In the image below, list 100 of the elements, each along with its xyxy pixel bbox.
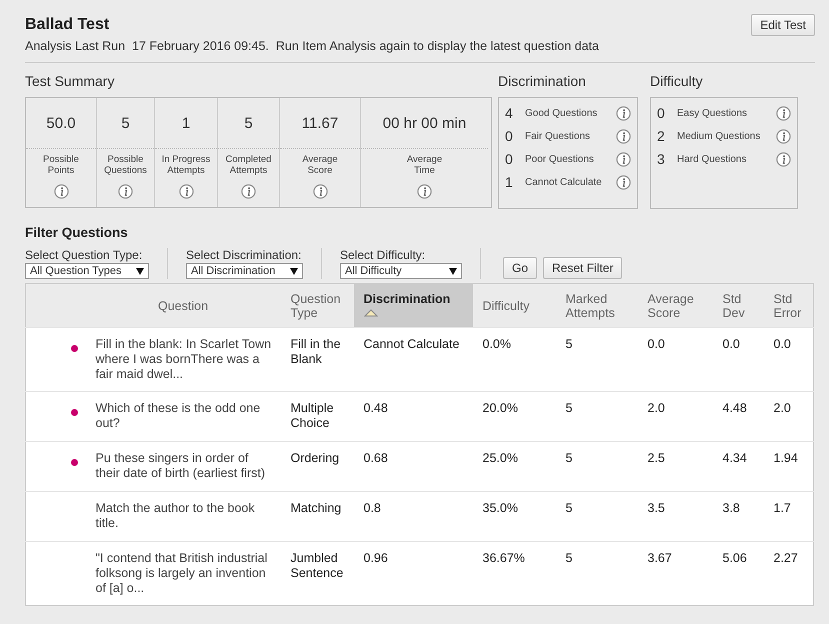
table-cell: Matching bbox=[280, 492, 354, 542]
analysis-info: Analysis Last Run 17 February 2016 09:45. Run Item Analysis again to display the latest question data bbox=[25, 39, 599, 53]
question-count: 0 bbox=[657, 105, 666, 121]
category-label: Easy Questions bbox=[677, 108, 748, 118]
table-cell: 5 bbox=[556, 328, 638, 392]
info-icon[interactable] bbox=[118, 184, 133, 199]
table-cell: 5 bbox=[556, 492, 638, 542]
question-count: 0 bbox=[505, 128, 514, 144]
table-cell: Multiple Choice bbox=[280, 392, 354, 442]
section-title: Filter Questions bbox=[25, 225, 129, 240]
category-label: Hard Questions bbox=[677, 154, 748, 164]
filter-label: Select Discrimination: bbox=[186, 248, 302, 262]
table-cell: 5 bbox=[556, 392, 638, 442]
table-cell: Which of these is the odd one out? bbox=[86, 392, 280, 442]
column-header[interactable]: Question bbox=[86, 284, 280, 328]
table-cell: 0.68 bbox=[354, 442, 472, 492]
column-header[interactable]: Std Dev bbox=[712, 284, 764, 328]
table-cell: 1.7 bbox=[764, 492, 814, 542]
table-cell: 2.5 bbox=[638, 442, 712, 492]
go-button[interactable]: Go bbox=[503, 257, 538, 279]
caret-icon bbox=[449, 268, 457, 274]
table-cell: 0.0% bbox=[472, 328, 556, 392]
column-header[interactable]: Marked Attempts bbox=[556, 284, 638, 328]
category-label: Cannot Calculate bbox=[525, 176, 603, 188]
column-header[interactable]: Discrimination bbox=[354, 284, 472, 328]
table-cell: Fill in the blank: In Scarlet Town where I was bornThere was a fair maid dwel... bbox=[86, 328, 280, 392]
filter-label: Select Difficulty: bbox=[340, 248, 426, 262]
info-icon[interactable] bbox=[776, 106, 791, 120]
table-cell: 36.67% bbox=[472, 542, 556, 606]
filter-dropdown[interactable]: All Difficulty bbox=[340, 263, 462, 279]
table-cell: 0.0 bbox=[638, 328, 712, 392]
filter-dropdown[interactable]: All Question Types bbox=[25, 263, 149, 279]
info-icon[interactable] bbox=[616, 152, 631, 166]
summary-label: In Progress Attempts bbox=[160, 153, 212, 178]
category-label: Poor Questions bbox=[525, 154, 595, 164]
table-cell: 25.0% bbox=[472, 442, 556, 492]
filter-dropdown[interactable]: All Discrimination bbox=[186, 263, 303, 279]
edit-test-button[interactable]: Edit Test bbox=[751, 14, 815, 36]
summary-value: 1 bbox=[155, 98, 217, 149]
question-count: 4 bbox=[505, 105, 514, 121]
info-icon[interactable] bbox=[417, 184, 432, 199]
table-cell: 0.48 bbox=[354, 392, 472, 442]
category-label: Good Questions bbox=[525, 108, 598, 118]
table-cell: 5.06 bbox=[712, 542, 764, 606]
info-icon[interactable] bbox=[54, 184, 68, 199]
summary-label: Possible Points bbox=[42, 153, 80, 178]
table-cell: 2.0 bbox=[638, 392, 712, 442]
caret-icon bbox=[290, 268, 298, 274]
summary-value: 11.67 bbox=[280, 98, 360, 149]
table-cell: Ordering bbox=[280, 442, 354, 492]
table-cell: 4.48 bbox=[712, 392, 764, 442]
table-cell: 5 bbox=[556, 442, 638, 492]
page-title: Ballad Test bbox=[25, 16, 110, 34]
category-label: Fair Questions bbox=[525, 130, 592, 142]
question-count: 3 bbox=[657, 151, 666, 167]
question-count: 0 bbox=[505, 151, 514, 167]
table-cell: Jumbled Sentence bbox=[280, 542, 354, 606]
column-header[interactable]: Question Type bbox=[280, 284, 354, 328]
table-cell: 4.34 bbox=[712, 442, 764, 492]
info-icon[interactable] bbox=[776, 152, 791, 166]
table-cell: "I contend that British industrial folksong is largely an invention of [a] o... bbox=[86, 542, 280, 606]
filter-label: Select Question Type: bbox=[25, 248, 144, 262]
summary-label: Possible Questions bbox=[103, 153, 148, 178]
column-header[interactable]: Difficulty bbox=[472, 284, 556, 328]
table-cell: 3.8 bbox=[712, 492, 764, 542]
table-cell: 3.67 bbox=[638, 542, 712, 606]
table-cell: 1.94 bbox=[764, 442, 814, 492]
table-cell: 20.0% bbox=[472, 392, 556, 442]
table-cell: Cannot Calculate bbox=[354, 328, 472, 392]
summary-value: 5 bbox=[218, 98, 279, 149]
table-cell: 0.8 bbox=[354, 492, 472, 542]
column-header[interactable]: Std Error bbox=[764, 284, 814, 328]
table-cell: 0.0 bbox=[764, 328, 814, 392]
section-title: Test Summary bbox=[25, 73, 116, 89]
table-cell: 0.0 bbox=[712, 328, 764, 392]
info-icon[interactable] bbox=[178, 184, 194, 199]
sort-ascending-icon bbox=[364, 308, 378, 316]
section-title: Discrimination bbox=[498, 73, 587, 89]
table-cell: 0.96 bbox=[354, 542, 472, 606]
reset-filter-button[interactable]: Reset Filter bbox=[543, 257, 622, 279]
info-icon[interactable] bbox=[616, 128, 631, 144]
table-cell: Match the author to the book title. bbox=[86, 492, 280, 542]
info-icon[interactable] bbox=[616, 106, 631, 120]
summary-value: 5 bbox=[97, 98, 154, 149]
table-cell: 3.5 bbox=[638, 492, 712, 542]
question-count: 2 bbox=[657, 128, 666, 144]
summary-value: 00 hr 00 min bbox=[361, 98, 488, 149]
question-count: 1 bbox=[505, 174, 514, 190]
info-icon[interactable] bbox=[312, 184, 328, 199]
summary-value: 50.0 bbox=[26, 98, 96, 149]
table-cell: 5 bbox=[556, 542, 638, 606]
table-cell: 2.0 bbox=[764, 392, 814, 442]
summary-label: Average Time bbox=[406, 153, 444, 178]
info-icon[interactable] bbox=[776, 128, 791, 144]
info-icon[interactable] bbox=[241, 184, 256, 199]
summary-label: Completed Attempts bbox=[224, 153, 272, 178]
table-cell: Fill in the Blank bbox=[280, 328, 354, 392]
column-header[interactable]: Average Score bbox=[638, 284, 712, 328]
summary-label: Average Score bbox=[301, 153, 339, 178]
info-icon[interactable] bbox=[616, 174, 631, 190]
